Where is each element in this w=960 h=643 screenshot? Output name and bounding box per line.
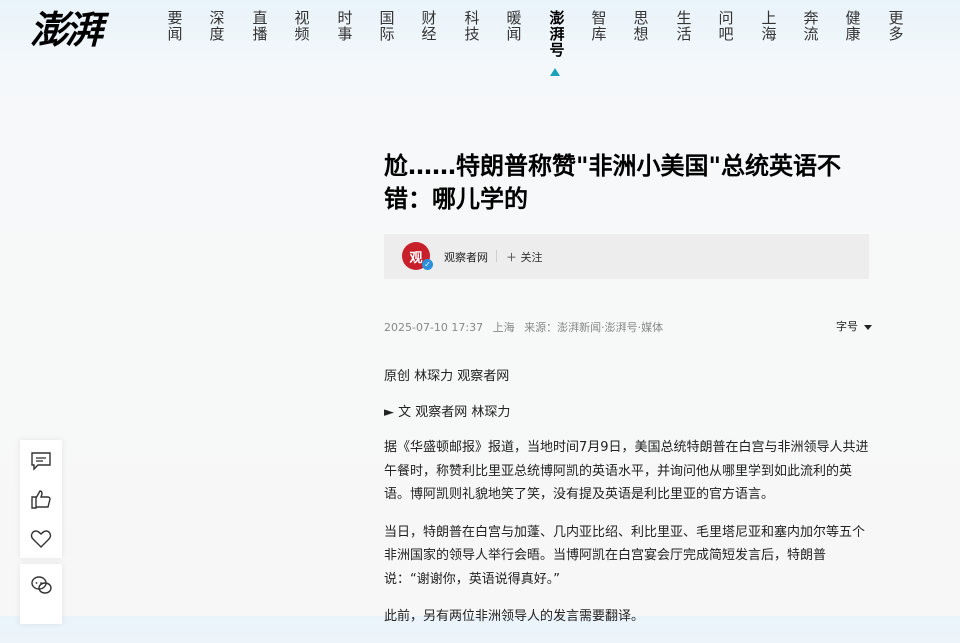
article-paragraph: 当日，特朗普在白宫与加蓬、几内亚比绍、利比里亚、毛里塔尼亚和塞内加尔等五个非洲国… xyxy=(384,524,866,587)
nav-item-wenba[interactable]: 问吧 xyxy=(717,10,735,42)
article-body: 原创 林琛力 观察者网 ► 文 观察者网 林琛力 据《华盛顿邮报》报道，当地时间… xyxy=(384,365,869,643)
nav-item-yaowen[interactable]: 要闻 xyxy=(166,10,184,42)
byline: 原创 林琛力 观察者网 xyxy=(384,369,510,384)
nav-item-shipin[interactable]: 视频 xyxy=(293,10,311,42)
thumbs-up-icon[interactable] xyxy=(30,488,52,510)
byline-author: ► 文 观察者网 林琛力 xyxy=(384,404,511,420)
article-meta: 2025-07-10 17:37 上海 来源：澎湃新闻·澎湃号·媒体 xyxy=(384,319,669,335)
nav-item-jiankang[interactable]: 健康 xyxy=(844,10,862,42)
comment-icon[interactable] xyxy=(30,450,52,472)
article-paragraph: 此前，另有两位非洲领导人的发言需要翻译。 xyxy=(384,609,645,624)
verified-icon: ✓ xyxy=(422,259,433,270)
chevron-down-icon xyxy=(863,324,872,330)
follow-label: 关注 xyxy=(520,251,543,264)
author-name[interactable]: 观察者网 xyxy=(444,249,488,265)
nav-item-shishi[interactable]: 时事 xyxy=(336,10,354,42)
author-box: 观 ✓ 观察者网 ＋ 关注 xyxy=(384,234,869,279)
site-logo[interactable]: 澎湃 xyxy=(30,6,114,54)
nav-item-shendu[interactable]: 深度 xyxy=(208,10,226,42)
nav-item-caijing[interactable]: 财经 xyxy=(420,10,438,42)
nav-item-guoji[interactable]: 国际 xyxy=(378,10,396,42)
nav-item-sixiang[interactable]: 思想 xyxy=(632,10,650,42)
share-icon[interactable] xyxy=(30,574,52,596)
article-source: 来源：澎湃新闻·澎湃号·媒体 xyxy=(524,321,664,334)
nav-item-keji[interactable]: 科技 xyxy=(463,10,481,42)
nav-item-nuanwen[interactable]: 暖闻 xyxy=(505,10,523,42)
nav-item-zhiku[interactable]: 智库 xyxy=(590,10,608,42)
font-size-label: 字号 xyxy=(836,320,858,333)
publish-location: 上海 xyxy=(492,321,515,334)
nav-item-benliu[interactable]: 奔流 xyxy=(802,10,820,42)
nav-item-gengduo[interactable]: 更多 xyxy=(887,10,905,42)
article-paragraph: 据《华盛顿邮报》报道，当地时间7月9日，美国总统特朗普在白宫与非洲领导人共进午餐… xyxy=(384,440,869,502)
nav-item-shanghai[interactable]: 上海 xyxy=(760,10,778,42)
plus-icon: ＋ xyxy=(506,251,517,264)
follow-button[interactable]: ＋ 关注 xyxy=(506,249,543,265)
nav-item-zhibo[interactable]: 直播 xyxy=(251,10,269,42)
article-title: 尬……特朗普称赞"非洲小美国"总统英语不错：哪儿学的 xyxy=(384,152,842,213)
publish-datetime: 2025-07-10 17:37 xyxy=(384,321,484,334)
heart-icon[interactable] xyxy=(30,528,52,550)
action-sidebar-secondary xyxy=(20,564,62,624)
nav-item-shenghuo[interactable]: 生活 xyxy=(675,10,693,42)
font-size-toggle[interactable]: 字号 xyxy=(836,318,872,334)
nav-item-pengpaihao[interactable]: 澎湃号 xyxy=(548,10,566,58)
active-nav-indicator xyxy=(550,68,560,76)
author-divider xyxy=(496,250,497,262)
action-sidebar xyxy=(20,440,62,558)
